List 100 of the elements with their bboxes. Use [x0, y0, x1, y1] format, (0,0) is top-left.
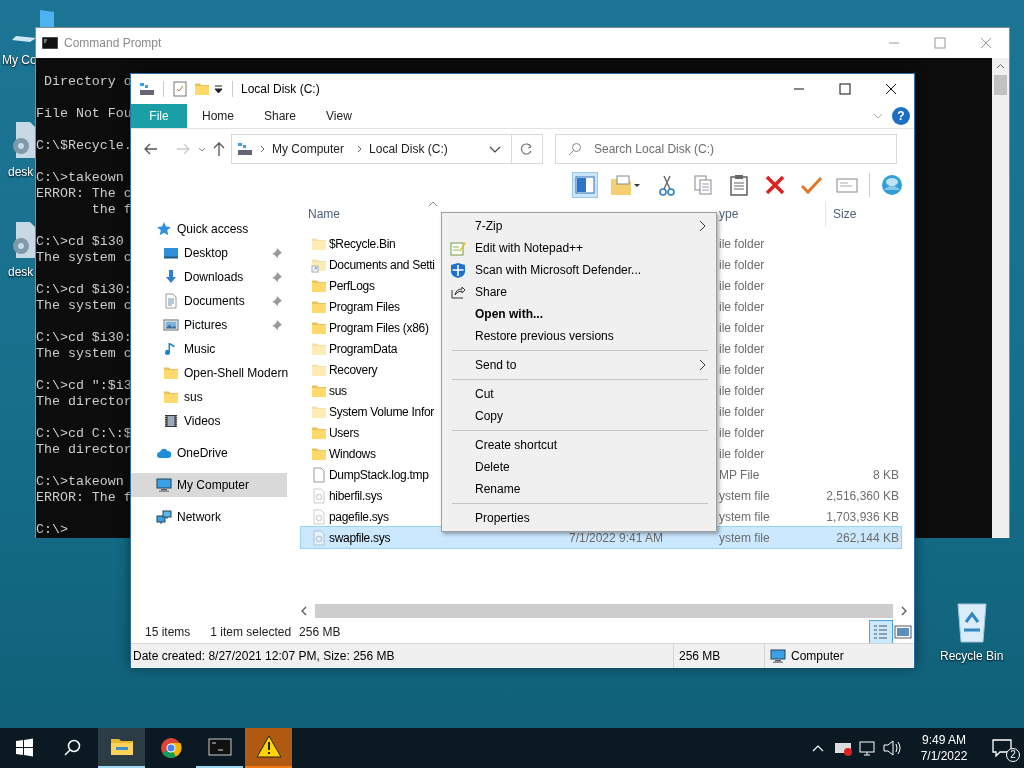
search-icon: [567, 141, 583, 157]
file-type: ile folder: [719, 340, 765, 358]
file-name[interactable]: pagefile.sys: [329, 507, 389, 526]
menu-item[interactable]: Open with...: [442, 303, 716, 325]
column-header[interactable]: ype: [719, 205, 739, 223]
file-name[interactable]: Documents and Setti: [329, 255, 435, 274]
menu-item[interactable]: Restore previous versions: [442, 325, 716, 347]
share-icon: [450, 284, 466, 300]
taskbar-app[interactable]: [245, 728, 292, 768]
nav-item[interactable]: Music: [131, 337, 287, 361]
clock-time[interactable]: 9:49 AM: [922, 732, 966, 748]
file-type: ile folder: [719, 382, 765, 400]
desktop-icon-label[interactable]: desk: [8, 164, 34, 180]
pin-icon[interactable]: [271, 271, 283, 283]
menu-item[interactable]: Create shortcut: [442, 434, 716, 456]
scroll-thumb[interactable]: [994, 75, 1007, 95]
file-type: ile folder: [719, 256, 765, 274]
computer-icon: [156, 477, 172, 493]
properties-icon[interactable]: [172, 81, 188, 97]
menu-item[interactable]: Rename: [442, 478, 716, 500]
breadcrumb[interactable]: My Computer: [272, 140, 345, 158]
menu-item[interactable]: Edit with Notepad++: [442, 237, 716, 259]
file-type: ystem file: [719, 529, 770, 547]
console-line: The director: [36, 394, 132, 410]
notification-button[interactable]: 2: [980, 728, 1024, 768]
menu-item[interactable]: Copy: [442, 405, 716, 427]
file-name[interactable]: PerfLogs: [329, 276, 375, 295]
file-name[interactable]: ProgramData: [329, 339, 398, 358]
total-size: 256 MB: [679, 648, 722, 665]
file-name[interactable]: DumpStack.log.tmp: [329, 465, 429, 484]
column-header[interactable]: Name: [308, 205, 340, 223]
desktop-icon-label[interactable]: desk: [8, 264, 34, 280]
file-name[interactable]: sus: [329, 381, 347, 400]
notepad-icon: [450, 240, 466, 256]
nav-item[interactable]: Pictures: [131, 313, 287, 337]
file-name[interactable]: Program Files: [329, 297, 400, 316]
file-type: ystem file: [719, 487, 770, 505]
nav-item[interactable]: My Computer: [131, 473, 287, 497]
pin-icon[interactable]: [271, 295, 283, 307]
menu-item[interactable]: Delete: [442, 456, 716, 478]
preview-pane-icon[interactable]: [573, 173, 597, 197]
ribbon-tab[interactable]: Share: [249, 104, 312, 128]
file-name[interactable]: Recovery: [329, 360, 378, 379]
file-type: ile folder: [719, 424, 765, 442]
file-name[interactable]: hiberfil.sys: [329, 486, 383, 505]
document-icon: [163, 293, 179, 309]
nav-item[interactable]: Documents: [131, 289, 287, 313]
clipboard-icon[interactable]: [727, 173, 751, 197]
nav-item[interactable]: Open-Shell Modern: [131, 361, 287, 385]
menu-item[interactable]: 7-Zip: [442, 215, 716, 237]
file-name[interactable]: Program Files (x86): [329, 318, 429, 337]
file-size: 1,703,936 KB: [826, 508, 899, 526]
shell-icon[interactable]: [880, 173, 904, 197]
console-line: C:\>cd $i30:: [36, 330, 132, 346]
nav-item[interactable]: Network: [131, 505, 287, 529]
console-line: The director: [36, 442, 132, 458]
menu-item[interactable]: Share: [442, 281, 716, 303]
pin-icon[interactable]: [271, 247, 283, 259]
console-line: C:\>takeown: [36, 170, 124, 186]
desktop-icon-label[interactable]: Recycle Bin: [940, 648, 1004, 664]
nav-item[interactable]: sus: [131, 385, 287, 409]
taskbar-app[interactable]: [98, 728, 145, 768]
file-type: ile folder: [719, 277, 765, 295]
column-header[interactable]: Size: [833, 205, 857, 223]
up-icon[interactable]: [211, 141, 227, 157]
menu-item[interactable]: Properties: [442, 507, 716, 529]
details-view-icon[interactable]: [870, 621, 892, 643]
file-name[interactable]: $Recycle.Bin: [329, 234, 396, 253]
nav-item[interactable]: Videos: [131, 409, 287, 433]
breadcrumb[interactable]: Local Disk (C:): [369, 140, 448, 158]
selection-size: 256 MB: [299, 624, 341, 641]
file-name[interactable]: System Volume Infor: [329, 402, 434, 421]
clock-date[interactable]: 7/1/2022: [920, 748, 968, 764]
search-field[interactable]: Search Local Disk (C:): [555, 134, 897, 164]
desktop-icon-label[interactable]: My Co: [2, 52, 37, 68]
network-icon: [156, 509, 172, 525]
scrollbar[interactable]: [992, 58, 1009, 538]
help-button[interactable]: ?: [892, 107, 910, 125]
menu-item[interactable]: Scan with Microsoft Defender...: [442, 259, 716, 281]
file-type: MP File: [719, 466, 760, 484]
delete-x-icon[interactable]: [763, 173, 787, 197]
address-bar[interactable]: My Computer Local Disk (C:): [231, 134, 543, 164]
pin-icon[interactable]: [271, 319, 283, 331]
console-line: C:\>cd ":$i3: [36, 378, 132, 394]
picture-icon: [163, 317, 179, 333]
nav-item[interactable]: Quick access: [131, 217, 287, 241]
ribbon-tab[interactable]: Home: [187, 104, 249, 128]
drive-icon[interactable]: [139, 82, 155, 96]
menu-item[interactable]: Send to: [442, 354, 716, 376]
menu-item[interactable]: Cut: [442, 383, 716, 405]
folder-options-icon[interactable]: [609, 173, 643, 197]
nav-item[interactable]: Desktop: [131, 241, 287, 265]
file-name[interactable]: Users: [329, 423, 359, 442]
window-title: Command Prompt: [64, 35, 162, 52]
console-icon: [42, 37, 58, 49]
nav-item[interactable]: OneDrive: [131, 441, 287, 465]
ribbon-tab[interactable]: View: [311, 104, 367, 128]
file-type: ile folder: [719, 298, 765, 316]
file-name[interactable]: Windows: [329, 444, 376, 463]
nav-item[interactable]: Downloads: [131, 265, 287, 289]
